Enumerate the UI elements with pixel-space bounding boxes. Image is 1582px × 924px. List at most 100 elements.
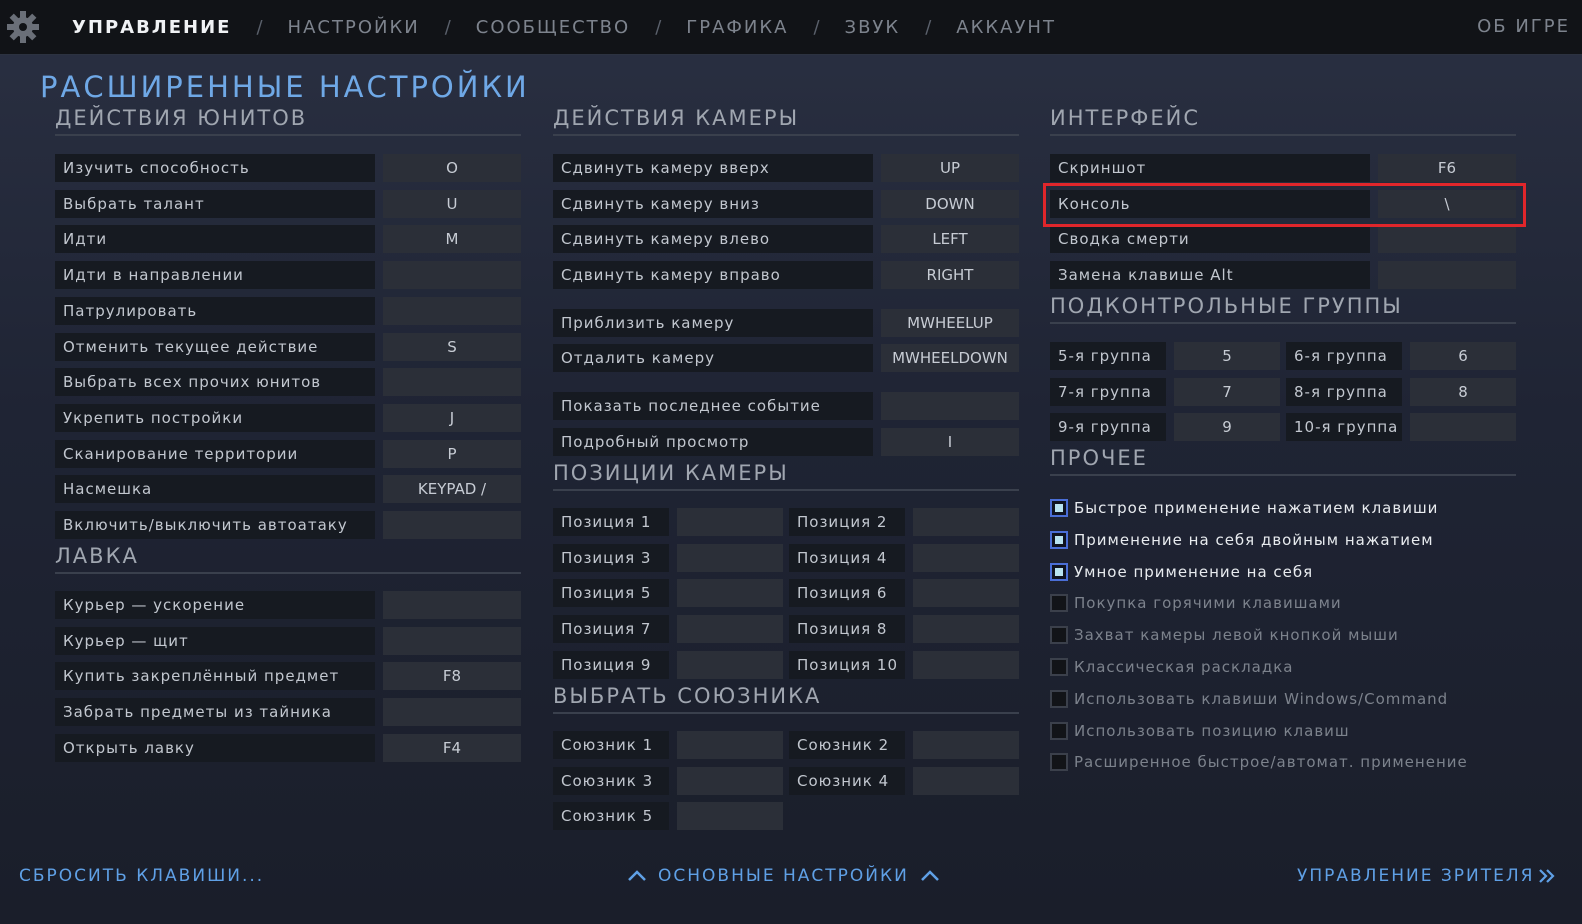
gear-icon[interactable] <box>6 10 40 44</box>
unit-action-8-label: Сканирование территории <box>55 439 375 468</box>
shop-1-row: Курьер — щит <box>55 626 521 655</box>
control-group-5-key-binding[interactable] <box>1410 413 1516 442</box>
camera-action-1-key-binding[interactable]: DOWN <box>881 190 1019 218</box>
camera-position-6-key-binding[interactable] <box>913 579 1019 608</box>
option-7-checkbox[interactable] <box>1050 721 1068 740</box>
camera-position-3-key-binding[interactable] <box>677 543 783 572</box>
shop-0-key-binding[interactable] <box>383 591 521 619</box>
control-group-0-key-binding[interactable]: 5 <box>1174 342 1280 370</box>
option-6-checkbox-row[interactable]: Использовать клавиши Windows/Command <box>1050 687 1448 711</box>
interface-3-key-binding[interactable] <box>1378 261 1516 290</box>
unit-action-1-key-binding[interactable]: U <box>383 189 521 218</box>
camera-position-4-key-binding[interactable] <box>913 543 1019 572</box>
option-4-checkbox[interactable] <box>1050 626 1068 645</box>
unit-action-7-key-binding[interactable]: J <box>383 403 521 432</box>
unit-action-2-key-binding[interactable]: M <box>383 225 521 254</box>
camera-position-7-key-binding[interactable] <box>677 615 783 644</box>
about-game-link[interactable]: ОБ ИГРЕ <box>1477 16 1570 37</box>
unit-action-3-row: Идти в направлении <box>55 261 521 290</box>
unit-action-9-key-binding[interactable]: KEYPAD / <box>383 475 521 504</box>
option-7-checkbox-row[interactable]: Использовать позицию клавиш <box>1050 719 1350 743</box>
interface-2-key-binding[interactable] <box>1378 225 1516 254</box>
camera-action-0-key-binding[interactable]: UP <box>881 154 1019 182</box>
nav-tab-3[interactable]: ГРАФИКА <box>686 17 788 38</box>
camera-action-4-key-binding[interactable]: MWHEELUP <box>881 309 1019 337</box>
option-8-label: Расширенное быстрое/автомат. применение <box>1074 753 1468 772</box>
nav-tab-4[interactable]: ЗВУК <box>845 17 901 38</box>
option-1-checkbox-row[interactable]: Применение на себя двойным нажатием <box>1050 528 1434 552</box>
camera-action-3-key-binding[interactable]: RIGHT <box>881 261 1019 289</box>
interface-0-key-binding[interactable]: F6 <box>1378 154 1516 182</box>
unit-action-0-key-binding[interactable]: O <box>383 154 521 182</box>
option-8-checkbox-row[interactable]: Расширенное быстрое/автомат. применение <box>1050 750 1468 774</box>
option-6-checkbox[interactable] <box>1050 689 1068 708</box>
option-2-checkbox-row[interactable]: Умное применение на себя <box>1050 560 1313 584</box>
camera-position-8-key-binding[interactable] <box>913 615 1019 644</box>
shop-3-key-binding[interactable] <box>383 698 521 727</box>
camera-action-7-key-binding[interactable]: I <box>881 428 1019 456</box>
nav-tab-0[interactable]: УПРАВЛЕНИЕ <box>72 17 231 38</box>
camera-position-6-row: Позиция 6 <box>789 579 1019 608</box>
option-0-checkbox-row[interactable]: Быстрое применение нажатием клавиши <box>1050 496 1438 520</box>
camera-action-6-key-binding[interactable] <box>881 392 1019 420</box>
basic-settings-link[interactable]: ОСНОВНЫЕ НАСТРОЙКИ <box>626 866 941 886</box>
unit-action-6-key-binding[interactable] <box>383 368 521 397</box>
option-2-checkbox[interactable] <box>1050 562 1068 581</box>
camera-action-5-key-binding[interactable]: MWHEELDOWN <box>881 344 1019 372</box>
unit-action-4-key-binding[interactable] <box>383 296 521 325</box>
unit-action-3-key-binding[interactable] <box>383 261 521 290</box>
nav-tab-1[interactable]: НАСТРОЙКИ <box>288 17 420 38</box>
unit-action-10-key-binding[interactable] <box>383 511 521 539</box>
camera-position-9-key-binding[interactable] <box>677 650 783 679</box>
option-5-checkbox[interactable] <box>1050 658 1068 676</box>
control-group-1-key-binding[interactable]: 6 <box>1410 342 1516 370</box>
option-4-checkbox-row[interactable]: Захват камеры левой кнопкой мыши <box>1050 623 1399 647</box>
option-3-checkbox[interactable] <box>1050 594 1068 613</box>
camera-position-8-label: Позиция 8 <box>789 615 905 644</box>
camera-position-2-key-binding[interactable] <box>913 508 1019 536</box>
nav-tab-5[interactable]: АККАУНТ <box>956 17 1056 38</box>
unit-action-0-label: Изучить способность <box>55 154 375 182</box>
unit-action-5-key-binding[interactable]: S <box>383 332 521 361</box>
interface-3-label: Замена клавише Alt <box>1050 261 1370 290</box>
nav-tab-2[interactable]: СООБЩЕСТВО <box>476 17 630 38</box>
camera-position-2-row: Позиция 2 <box>789 508 1019 536</box>
camera-action-2-key-binding[interactable]: LEFT <box>881 225 1019 253</box>
shop-2-key-binding[interactable]: F8 <box>383 662 521 691</box>
unit-action-9-row: Насмешка KEYPAD / <box>55 475 521 504</box>
shop-4-key-binding[interactable]: F4 <box>383 733 521 762</box>
section-select-ally: ВЫБРАТЬ СОЮЗНИКА <box>553 684 1019 714</box>
unit-action-10-row: Включить/выключить автоатаку <box>55 511 521 539</box>
spectator-controls-link[interactable]: УПРАВЛЕНИЕ ЗРИТЕЛЯ <box>1297 866 1556 886</box>
camera-position-10-key-binding[interactable] <box>913 650 1019 679</box>
camera-position-5-key-binding[interactable] <box>677 579 783 608</box>
ally-1-key-binding[interactable] <box>677 731 783 759</box>
option-1-checkbox[interactable] <box>1050 530 1068 549</box>
camera-position-1-key-binding[interactable] <box>677 508 783 536</box>
top-navigation: УПРАВЛЕНИЕ / НАСТРОЙКИ / СООБЩЕСТВО / ГРАФИКА /… <box>0 0 1582 55</box>
reset-keys-link[interactable]: СБРОСИТЬ КЛАВИШИ... <box>19 866 264 886</box>
unit-action-0-row: Изучить способность O <box>55 154 521 182</box>
control-group-3-key-binding[interactable]: 8 <box>1410 377 1516 406</box>
option-0-label: Быстрое применение нажатием клавиши <box>1074 499 1439 517</box>
ally-3-key-binding[interactable] <box>677 766 783 795</box>
control-group-4-key-binding[interactable]: 9 <box>1174 413 1280 442</box>
nav-separator: / <box>925 17 932 38</box>
option-3-checkbox-row[interactable]: Покупка горячими клавишами <box>1050 591 1342 615</box>
ally-5-key-binding[interactable] <box>677 802 783 831</box>
control-group-0-row: 5-я группа 5 <box>1050 342 1280 370</box>
option-5-checkbox-row[interactable]: Классическая раскладка <box>1050 655 1293 679</box>
control-group-2-key-binding[interactable]: 7 <box>1174 377 1280 406</box>
unit-action-8-key-binding[interactable]: P <box>383 439 521 468</box>
option-1-label: Применение на себя двойным нажатием <box>1074 530 1434 549</box>
ally-1-label: Союзник 1 <box>553 731 669 759</box>
shop-1-key-binding[interactable] <box>383 626 521 655</box>
unit-action-6-row: Выбрать всех прочих юнитов <box>55 368 521 397</box>
section-interface: ИНТЕРФЕЙС <box>1050 106 1516 136</box>
option-0-checkbox[interactable] <box>1050 499 1068 517</box>
ally-2-label: Союзник 2 <box>789 731 905 759</box>
option-8-checkbox[interactable] <box>1050 753 1068 772</box>
camera-position-1-label: Позиция 1 <box>553 508 669 536</box>
ally-2-key-binding[interactable] <box>913 731 1019 759</box>
ally-4-key-binding[interactable] <box>913 766 1019 795</box>
